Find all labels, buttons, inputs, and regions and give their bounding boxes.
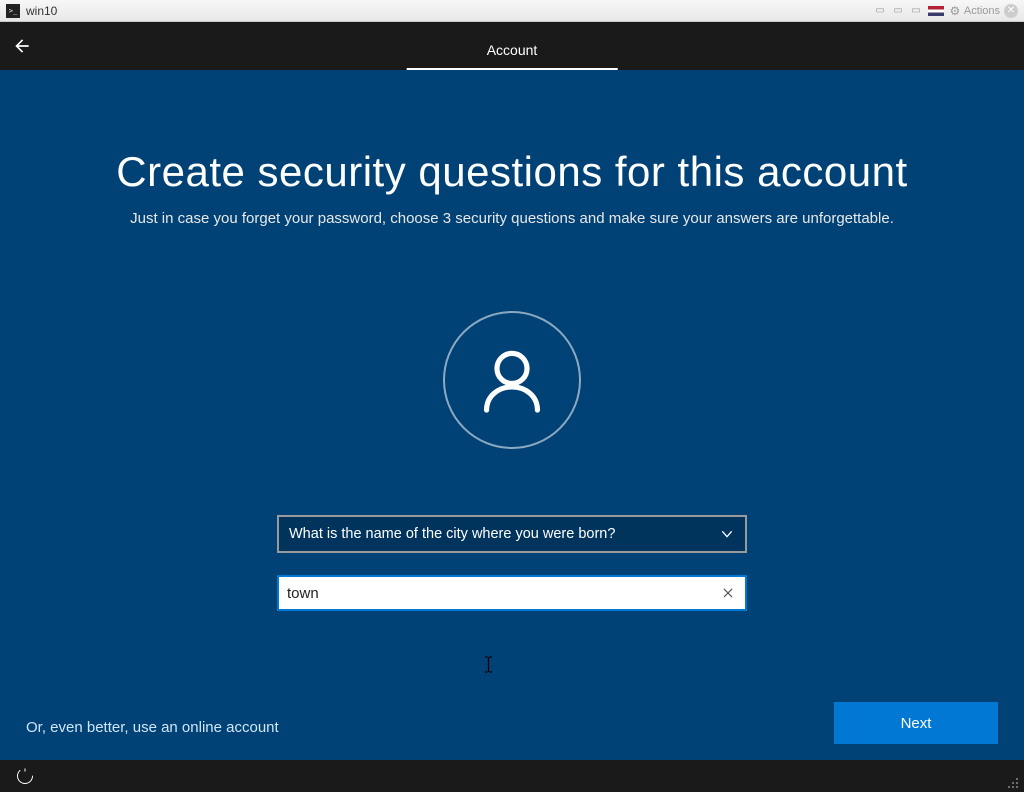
- vm-actions-label[interactable]: Actions: [964, 5, 1000, 17]
- tab-account-label: Account: [487, 42, 538, 58]
- vm-flag-icon[interactable]: [928, 6, 944, 16]
- vm-display-icon-3[interactable]: ▭: [908, 4, 924, 18]
- user-icon: [475, 343, 549, 417]
- vm-title: win10: [26, 4, 57, 18]
- next-button[interactable]: Next: [834, 702, 998, 744]
- security-question-select[interactable]: What is the name of the city where you w…: [277, 515, 747, 553]
- accessibility-icon: [16, 767, 34, 785]
- back-button[interactable]: [0, 22, 44, 70]
- vm-titlebar: win10 ▭ ▭ ▭ ⚙ Actions ✕: [0, 0, 1024, 22]
- oobe-header: Account: [0, 22, 1024, 70]
- security-answer-input[interactable]: [287, 585, 719, 602]
- close-icon: [721, 586, 735, 600]
- avatar: [443, 311, 581, 449]
- oobe-bottombar: [0, 760, 1024, 792]
- page-title: Create security questions for this accou…: [116, 148, 907, 196]
- answer-input-wrap[interactable]: [277, 575, 747, 611]
- clear-input-button[interactable]: [719, 584, 737, 602]
- chevron-down-icon: [719, 526, 735, 542]
- next-button-label: Next: [901, 715, 932, 732]
- ease-of-access-button[interactable]: [14, 765, 36, 787]
- gear-icon[interactable]: ⚙: [948, 4, 962, 18]
- back-arrow-icon: [12, 36, 32, 56]
- use-online-account-link[interactable]: Or, even better, use an online account: [26, 719, 279, 736]
- page-subtitle: Just in case you forget your password, c…: [130, 210, 894, 227]
- vm-app-icon: [6, 4, 20, 18]
- resize-grip-icon: [1006, 776, 1020, 790]
- security-question-selected: What is the name of the city where you w…: [289, 526, 615, 542]
- tab-account[interactable]: Account: [407, 30, 618, 71]
- vm-display-icon-1[interactable]: ▭: [872, 4, 888, 18]
- vm-display-icon-2[interactable]: ▭: [890, 4, 906, 18]
- vm-close-icon[interactable]: ✕: [1004, 4, 1018, 18]
- main-content: Create security questions for this accou…: [0, 70, 1024, 760]
- text-cursor-icon: [484, 656, 493, 673]
